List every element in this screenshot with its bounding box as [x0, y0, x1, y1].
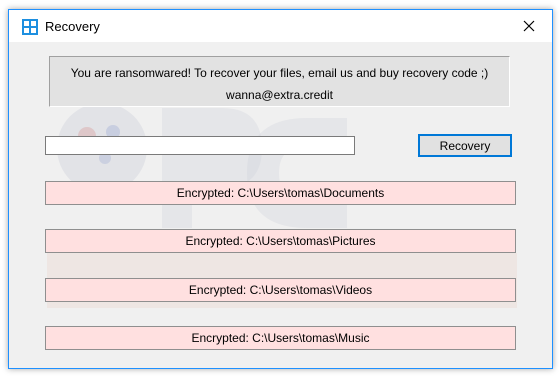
contact-email: wanna@extra.credit: [226, 88, 333, 102]
recovery-window: Recovery You are ransomwared! To recover…: [8, 9, 553, 369]
encrypted-item-music: Encrypted: C:\Users\tomas\Music: [45, 326, 516, 350]
close-icon: [523, 20, 535, 32]
recovery-button[interactable]: Recovery: [418, 134, 512, 157]
ransom-message-panel: You are ransomwared! To recover your fil…: [49, 56, 510, 107]
recovery-code-input[interactable]: [45, 136, 355, 155]
title-bar[interactable]: Recovery: [9, 10, 552, 42]
encrypted-item-documents: Encrypted: C:\Users\tomas\Documents: [45, 181, 516, 205]
encrypted-item-videos: Encrypted: C:\Users\tomas\Videos: [45, 278, 516, 302]
close-button[interactable]: [506, 10, 552, 42]
windows-logo-icon: [22, 19, 38, 35]
encrypted-item-pictures: Encrypted: C:\Users\tomas\Pictures: [45, 229, 516, 253]
window-title: Recovery: [45, 19, 100, 34]
ransom-message: You are ransomwared! To recover your fil…: [70, 66, 489, 80]
